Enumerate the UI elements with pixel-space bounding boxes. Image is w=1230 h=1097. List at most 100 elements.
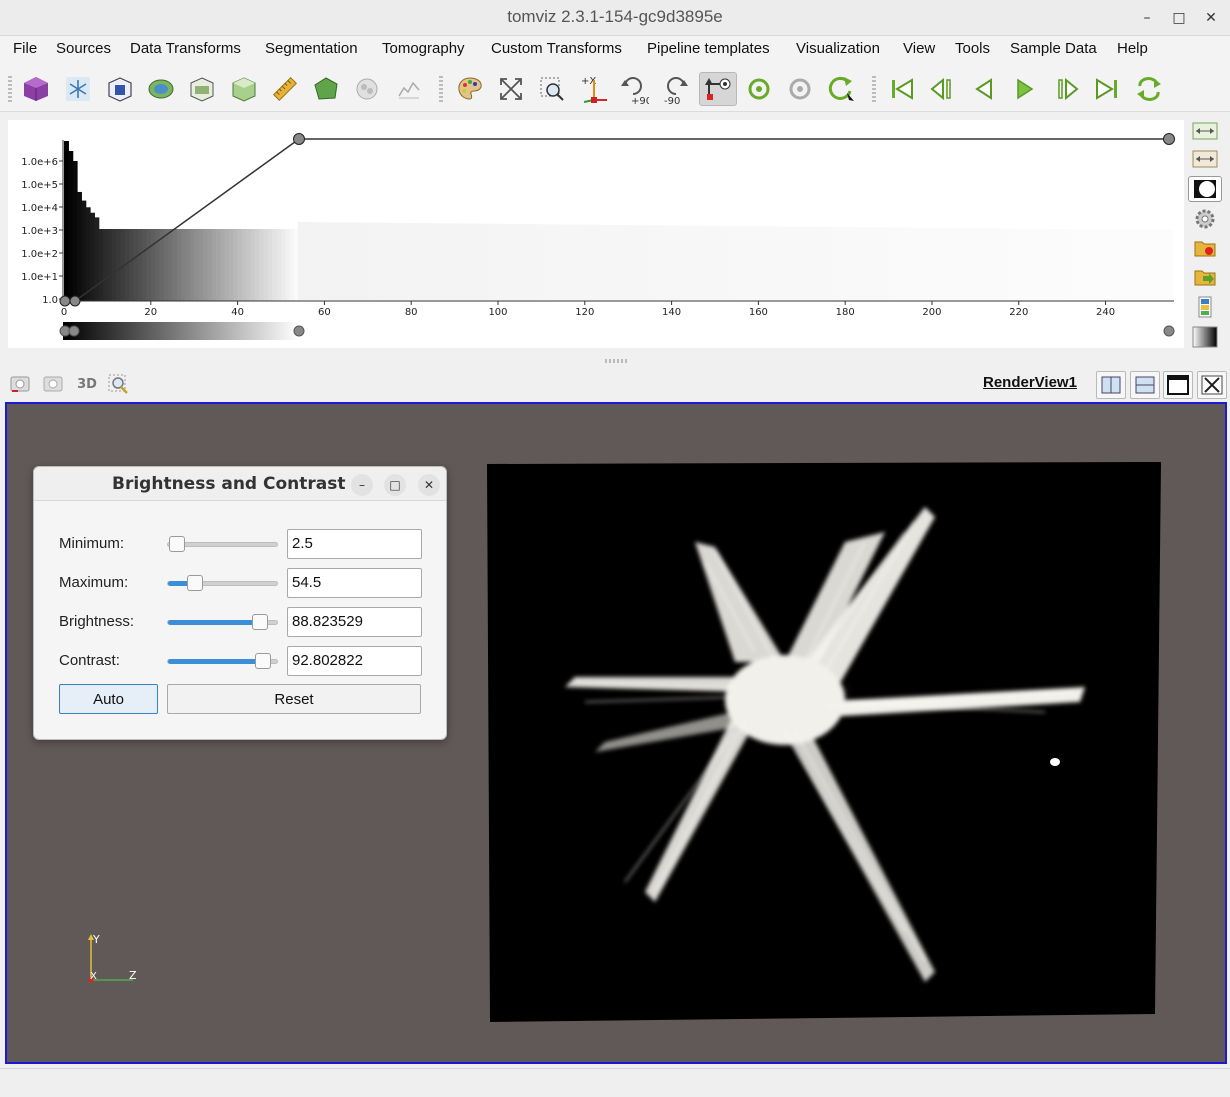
splitter-handle[interactable]: [605, 359, 627, 363]
open-preset-icon[interactable]: [1188, 264, 1222, 290]
reset-range-icon[interactable]: [1188, 118, 1222, 144]
snowflake-icon[interactable]: [62, 73, 94, 105]
menu-data-transforms[interactable]: Data Transforms: [130, 40, 241, 57]
menu-visualization[interactable]: Visualization: [796, 40, 880, 57]
cube-icon[interactable]: [20, 73, 52, 105]
histogram-bar: [137, 229, 143, 301]
dialog-maximize-button[interactable]: □: [384, 474, 406, 496]
interact-icon[interactable]: [699, 72, 737, 106]
next-frame-icon[interactable]: [1050, 73, 1082, 105]
auto-button[interactable]: Auto: [59, 684, 158, 714]
menu-file[interactable]: File: [13, 40, 37, 57]
contrast-slider-handle[interactable]: [254, 653, 271, 669]
minimum-slider-handle[interactable]: [168, 536, 185, 552]
histogram-tail: [298, 222, 1173, 300]
contrast-slider[interactable]: [167, 653, 278, 669]
colormap-preset-icon[interactable]: [1188, 294, 1222, 320]
histogram-chart[interactable]: 1.0e+61.0e+51.0e+41.0e+31.0e+21.0e+11.0 …: [8, 120, 1184, 348]
ruler-icon[interactable]: [269, 73, 301, 105]
contrast-slider-fill: [168, 659, 263, 664]
contrast-field[interactable]: 92.802822: [287, 646, 422, 676]
render-view-name[interactable]: RenderView1: [983, 374, 1077, 391]
volume-icon[interactable]: [228, 73, 260, 105]
maximize-button[interactable]: □: [1169, 8, 1189, 28]
histogram-bar: [181, 229, 187, 301]
grayscale-preset-icon[interactable]: [1188, 324, 1222, 350]
reset-button[interactable]: Reset: [167, 684, 421, 714]
menu-segmentation[interactable]: Segmentation: [265, 40, 358, 57]
set-axis-icon[interactable]: +X: [578, 73, 610, 105]
minimize-button[interactable]: –: [1137, 8, 1157, 28]
dialog-title-bar[interactable]: Brightness and Contrast – □ ✕: [34, 467, 446, 501]
histogram-bar: [289, 229, 295, 301]
slice-icon[interactable]: [186, 73, 218, 105]
minimum-field[interactable]: 2.5: [287, 529, 422, 559]
menu-view[interactable]: View: [903, 40, 935, 57]
dialog-minimize-button[interactable]: –: [351, 474, 373, 496]
dialog-close-button[interactable]: ✕: [418, 474, 440, 496]
custom-range-icon[interactable]: [1188, 146, 1222, 172]
y-axis-ticks: 1.0e+6 1.0e+5 1.0e+4 1.0e+3 1.0e+2 1.0e+1 1.0: [21, 157, 63, 306]
menu-tomography[interactable]: Tomography: [382, 40, 465, 57]
reverse-icon[interactable]: [968, 73, 1000, 105]
rotate-plus-90-icon[interactable]: +90: [617, 73, 649, 105]
rotate-view-icon[interactable]: [825, 73, 857, 105]
menu-tools[interactable]: Tools: [955, 40, 990, 57]
menu-sample-data[interactable]: Sample Data: [1010, 40, 1097, 57]
first-frame-icon[interactable]: [886, 73, 918, 105]
menu-custom-transforms[interactable]: Custom Transforms: [491, 40, 622, 57]
brightness-field[interactable]: 88.823529: [287, 607, 422, 637]
save-preset-icon[interactable]: [1188, 235, 1222, 261]
maximum-slider-handle[interactable]: [187, 575, 204, 591]
loop-icon[interactable]: [1133, 73, 1165, 105]
split-vertical-icon[interactable]: [1130, 371, 1160, 399]
menu-help[interactable]: Help: [1117, 40, 1148, 57]
x-tick-label: 80: [405, 307, 418, 318]
brightness-slider[interactable]: [167, 614, 278, 630]
palette-icon[interactable]: [454, 73, 486, 105]
color-control-point[interactable]: [293, 325, 305, 337]
window-title: tomviz 2.3.1-154-gc9d3895e: [507, 7, 723, 26]
minimum-slider[interactable]: [167, 536, 278, 552]
settings-icon[interactable]: [1188, 206, 1222, 232]
rotate-plus-label: +90: [631, 96, 649, 105]
play-icon[interactable]: [1009, 73, 1041, 105]
color-control-point[interactable]: [1163, 325, 1175, 337]
contour-icon[interactable]: [145, 73, 177, 105]
capture-icon[interactable]: [41, 373, 65, 395]
rotate-camera-icon[interactable]: [784, 73, 816, 105]
split-horizontal-icon[interactable]: [1096, 371, 1126, 399]
brightness-slider-handle[interactable]: [251, 614, 268, 630]
threshold-icon[interactable]: [310, 73, 342, 105]
maximum-slider[interactable]: [167, 575, 278, 591]
last-frame-icon[interactable]: [1091, 73, 1123, 105]
color-control-point[interactable]: [68, 325, 80, 337]
box-outline-icon[interactable]: [104, 73, 136, 105]
rotate-icon[interactable]: [743, 73, 775, 105]
opacity-control-point[interactable]: [59, 295, 71, 307]
reset-zoom-icon[interactable]: [495, 73, 527, 105]
zoom-data-icon[interactable]: [106, 373, 130, 395]
close-view-icon[interactable]: [1197, 371, 1227, 399]
previous-frame-icon[interactable]: [927, 73, 959, 105]
segment-icon[interactable]: [351, 73, 383, 105]
maximize-view-icon[interactable]: [1163, 371, 1193, 399]
mode-3d-button[interactable]: 3D: [74, 373, 100, 395]
reset-camera-icon[interactable]: [8, 373, 32, 395]
log-scale-icon[interactable]: [1188, 176, 1222, 202]
control-row: Contrast: 92.802822: [34, 645, 446, 677]
histogram-icon[interactable]: [393, 73, 425, 105]
close-button[interactable]: ✕: [1201, 8, 1221, 28]
rotate-minus-90-icon[interactable]: -90: [660, 73, 692, 105]
toolbar-grip: [8, 76, 12, 102]
histogram-bar: [94, 217, 100, 301]
opacity-control-point[interactable]: [69, 295, 81, 307]
zoom-to-box-icon[interactable]: [536, 73, 568, 105]
menu-sources[interactable]: Sources: [56, 40, 111, 57]
opacity-control-point[interactable]: [293, 133, 305, 145]
x-tick-label: 220: [1009, 307, 1028, 318]
brightness-slider-fill: [168, 620, 260, 625]
maximum-field[interactable]: 54.5: [287, 568, 422, 598]
opacity-control-point[interactable]: [1163, 133, 1175, 145]
menu-pipeline-templates[interactable]: Pipeline templates: [647, 40, 770, 57]
